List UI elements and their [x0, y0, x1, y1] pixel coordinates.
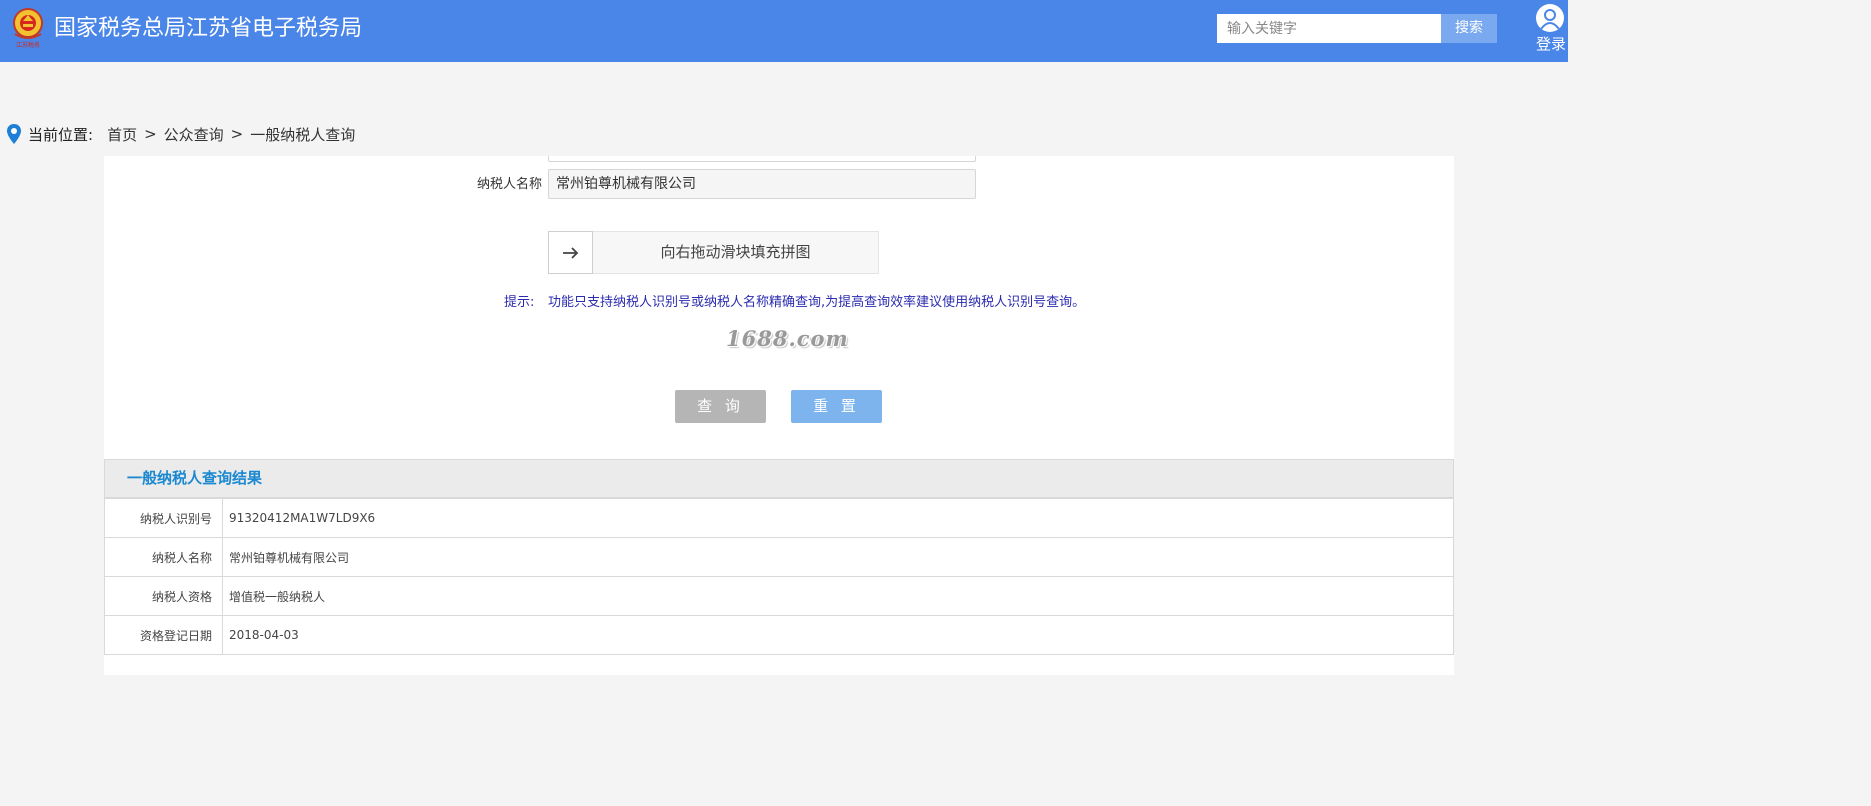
result-table: 纳税人识别号 91320412MA1W7LD9X6 纳税人名称 常州铂尊机械有限…: [104, 498, 1454, 655]
breadcrumb-separator: >: [230, 125, 244, 143]
location-pin-icon: [7, 124, 21, 144]
top-bar: 江苏税务 国家税务总局江苏省电子税务局 搜索 登录: [0, 0, 1568, 62]
slider-handle[interactable]: [548, 231, 593, 274]
row-label: 纳税人识别号: [104, 498, 223, 538]
taxpayer-name-input[interactable]: 常州铂尊机械有限公司: [548, 169, 976, 199]
breadcrumb-public-query[interactable]: 公众查询: [164, 124, 224, 145]
watermark: 1688.com: [726, 326, 849, 351]
login-link[interactable]: 登录: [1536, 34, 1566, 54]
query-button[interactable]: 查 询: [675, 390, 766, 423]
arrow-right-icon: [562, 246, 578, 259]
taxpayer-id-field[interactable]: [548, 156, 976, 162]
search-input[interactable]: [1217, 14, 1441, 43]
logo-text: 江苏税务: [16, 41, 40, 49]
table-row: 纳税人识别号 91320412MA1W7LD9X6: [104, 498, 1454, 538]
captcha-slider[interactable]: 向右拖动滑块填充拼图: [548, 231, 879, 274]
tip-text: 功能只支持纳税人识别号或纳税人名称精确查询,为提高查询效率建议使用纳税人识别号查…: [548, 295, 1086, 310]
breadcrumb-home[interactable]: 首页: [107, 124, 137, 145]
row-value: 增值税一般纳税人: [222, 576, 1454, 616]
search-button[interactable]: 搜索: [1441, 14, 1497, 43]
table-row: 纳税人名称 常州铂尊机械有限公司: [104, 537, 1454, 577]
breadcrumb: 当前位置: 首页 > 公众查询 > 一般纳税人查询: [6, 122, 355, 146]
query-tip: 提示: 功能只支持纳税人识别号或纳税人名称精确查询,为提高查询效率建议使用纳税人识…: [504, 294, 1085, 312]
row-label: 纳税人名称: [104, 537, 223, 577]
breadcrumb-separator: >: [144, 125, 157, 143]
table-row: 纳税人资格 增值税一般纳税人: [104, 576, 1454, 616]
row-label: 纳税人资格: [104, 576, 223, 616]
row-value: 2018-04-03: [222, 615, 1454, 655]
reset-button[interactable]: 重 置: [791, 390, 882, 423]
result-header: 一般纳税人查询结果: [104, 459, 1454, 498]
slider-hint: 向右拖动滑块填充拼图: [660, 243, 811, 261]
tax-bureau-emblem-icon[interactable]: 江苏税务: [11, 6, 45, 50]
row-label: 资格登记日期: [104, 615, 223, 655]
row-value: 常州铂尊机械有限公司: [222, 537, 1454, 577]
row-value: 91320412MA1W7LD9X6: [222, 498, 1454, 538]
table-row: 资格登记日期 2018-04-03: [104, 615, 1454, 655]
result-title: 一般纳税人查询结果: [127, 469, 263, 487]
site-title[interactable]: 国家税务总局江苏省电子税务局: [54, 14, 362, 44]
tip-label: 提示:: [504, 295, 535, 310]
query-panel: 纳税人名称 常州铂尊机械有限公司 向右拖动滑块填充拼图 提示: 功能只支持纳税人识…: [104, 156, 1454, 675]
user-avatar-icon[interactable]: [1536, 4, 1564, 32]
taxpayer-name-label: 纳税人名称: [476, 177, 542, 192]
breadcrumb-lead: 当前位置:: [28, 125, 94, 144]
breadcrumb-current: 一般纳税人查询: [250, 125, 356, 144]
